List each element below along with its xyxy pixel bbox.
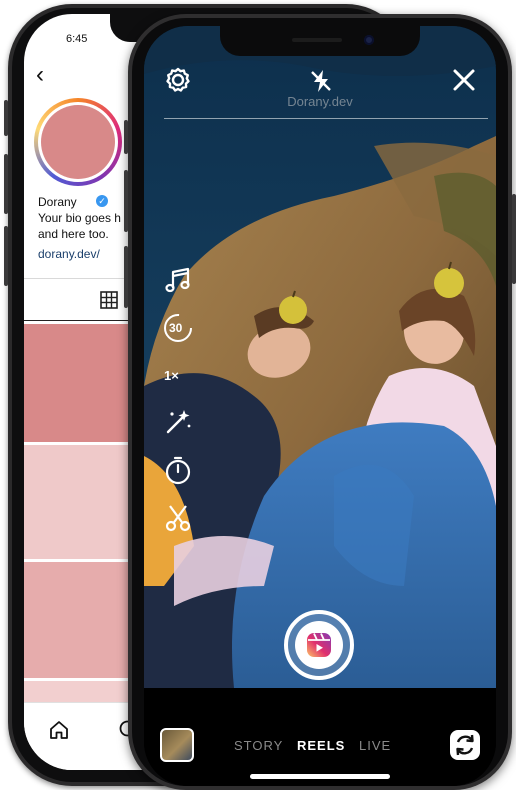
effects-wand-icon[interactable] [162,406,194,438]
record-button-core [295,621,343,669]
front-volume-down [124,246,128,308]
home-icon[interactable] [48,719,70,741]
front-silent-switch [124,120,128,154]
mode-story[interactable]: STORY [234,738,283,753]
mode-reels[interactable]: REELS [297,738,345,753]
speed-button[interactable]: 1× [164,368,179,383]
flip-camera-button[interactable] [450,730,480,760]
record-button[interactable] [284,610,354,680]
front-volume-up [124,170,128,232]
timer-icon[interactable] [162,454,194,486]
close-icon[interactable] [452,68,476,92]
back-chevron-icon[interactable]: ‹ [36,63,44,87]
story-ring[interactable] [34,98,122,186]
power-button [512,194,516,284]
settings-gear-icon[interactable] [164,66,192,94]
profile-bio-line-2: and here too. [38,227,109,241]
camera-notch [220,26,420,56]
profile-bio-line-1: Your bio goes h [38,211,121,225]
reels-icon [307,633,331,657]
camera-preview[interactable] [144,26,496,688]
align-cut-icon[interactable] [162,502,194,534]
timer-length-label: 30 [169,321,183,335]
profile-link[interactable]: dorany.dev/ [38,247,100,261]
silent-switch [4,100,8,136]
avatar[interactable] [38,102,118,182]
earpiece [292,38,342,42]
volume-up-button [4,154,8,214]
flash-off-icon[interactable] [308,68,334,94]
camera-phone: Dorany.dev 30 1× STORY REELS LIVE [124,14,516,790]
flip-camera-icon [456,734,474,756]
camera-screen: Dorany.dev 30 1× STORY REELS LIVE [144,26,496,786]
volume-down-button [4,226,8,286]
music-icon[interactable] [162,264,194,296]
gallery-thumbnail[interactable] [160,728,194,762]
timer-length-button[interactable]: 30 [162,312,194,344]
verified-badge-icon: ✓ [96,195,108,207]
profile-name: Dorany [38,195,77,209]
front-camera [364,35,374,45]
ghost-header-divider [164,118,488,119]
grid-icon[interactable] [100,291,118,309]
mode-live[interactable]: LIVE [359,738,391,753]
ghost-header-text: Dorany.dev [287,94,353,109]
mode-bar [144,688,496,786]
home-indicator[interactable] [250,774,390,779]
status-time: 6:45 [66,33,88,45]
